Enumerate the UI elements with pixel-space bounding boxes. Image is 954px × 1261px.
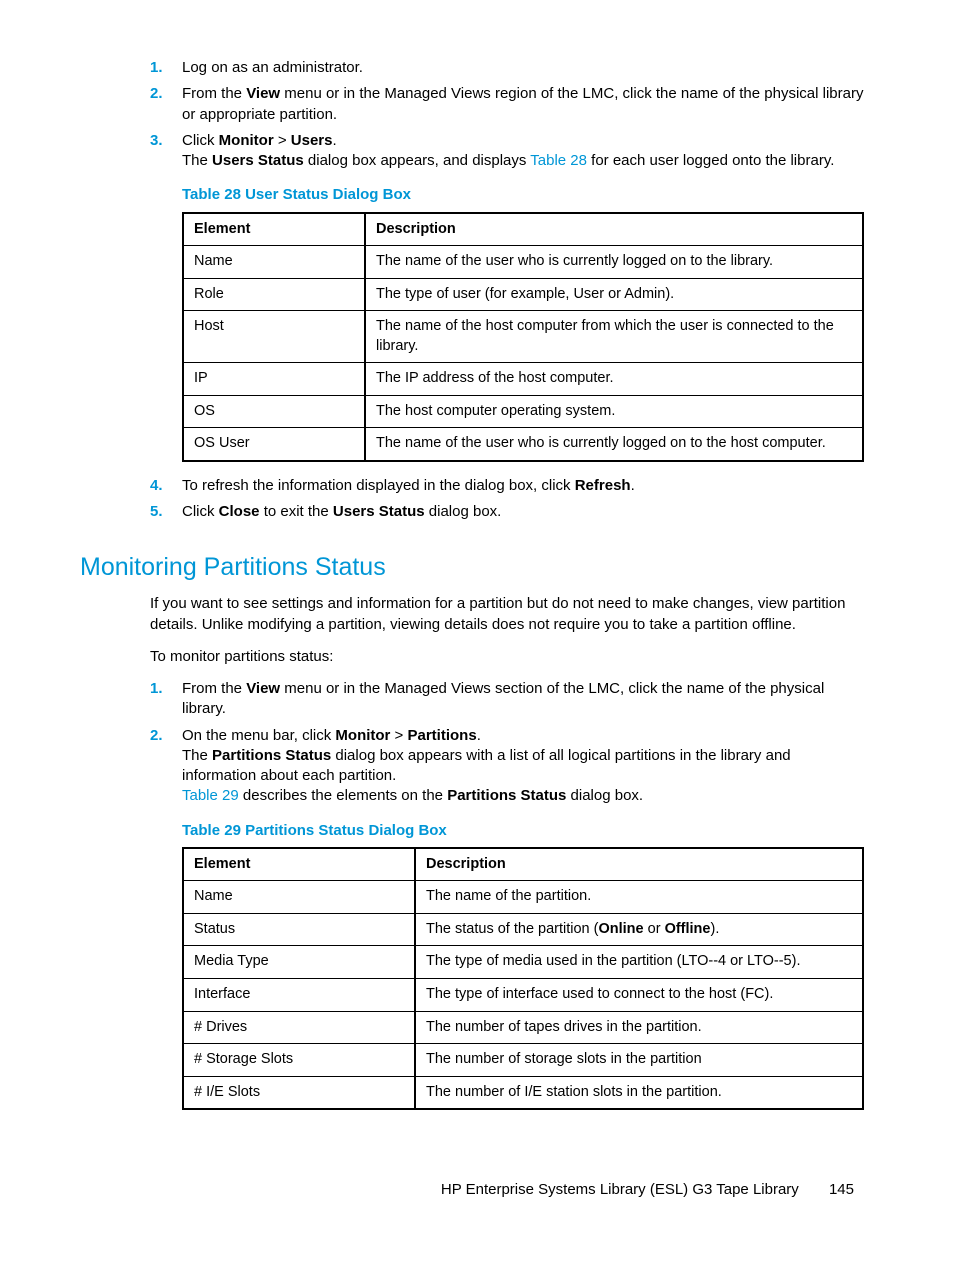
steps-list-a: 1. Log on as an administrator. 2. From the … (150, 58, 864, 171)
table-row: RoleThe type of user (for example, User … (183, 278, 863, 311)
step-item: 1. Log on as an administrator. (150, 58, 864, 78)
table-cell: OS (183, 395, 365, 428)
table-cell: The host computer operating system. (365, 395, 863, 428)
table-29-block: Table 29 Partitions Status Dialog Box El… (182, 821, 864, 1111)
step-text: Click Close to exit the Users Status dia… (182, 503, 501, 520)
table-cell: The status of the partition (Online or O… (415, 913, 863, 946)
table-cell: # I/E Slots (183, 1076, 415, 1109)
step-number: 2. (150, 84, 163, 104)
table-cell: The number of storage slots in the parti… (415, 1044, 863, 1077)
step-text: To refresh the information displayed in … (182, 477, 635, 494)
table-cell: The number of I/E station slots in the p… (415, 1076, 863, 1109)
table-cell: The name of the user who is currently lo… (365, 428, 863, 461)
page-footer: HP Enterprise Systems Library (ESL) G3 T… (80, 1180, 864, 1200)
footer-text: HP Enterprise Systems Library (ESL) G3 T… (441, 1181, 799, 1198)
table-row: NameThe name of the partition. (183, 881, 863, 914)
step-item: 2. From the View menu or in the Managed V… (150, 84, 864, 125)
paragraph-1: If you want to see settings and informat… (150, 594, 864, 635)
table-cell: Role (183, 278, 365, 311)
step-number: 4. (150, 476, 163, 496)
table-row: InterfaceThe type of interface used to c… (183, 979, 863, 1012)
table-row: NameThe name of the user who is currentl… (183, 246, 863, 279)
section-heading: Monitoring Partitions Status (80, 551, 864, 585)
table-cell: The type of interface used to connect to… (415, 979, 863, 1012)
table-cell: # Drives (183, 1011, 415, 1044)
table-row: IPThe IP address of the host computer. (183, 363, 863, 396)
step-number: 3. (150, 131, 163, 151)
steps-list-c: 1. From the View menu or in the Managed V… (150, 679, 864, 807)
table-cell: The name of the host computer from which… (365, 311, 863, 363)
table-cell: Status (183, 913, 415, 946)
table-cell: Host (183, 311, 365, 363)
table-cell: The type of media used in the partition … (415, 946, 863, 979)
step-number: 5. (150, 502, 163, 522)
table-29: ElementDescriptionNameThe name of the pa… (182, 847, 864, 1111)
table-cell: Media Type (183, 946, 415, 979)
table-row: StatusThe status of the partition (Onlin… (183, 913, 863, 946)
step-number: 2. (150, 726, 163, 746)
table-row: # DrivesThe number of tapes drives in th… (183, 1011, 863, 1044)
step-item: 4. To refresh the information displayed i… (150, 476, 864, 496)
step-item: 2. On the menu bar, click Monitor > Parti… (150, 726, 864, 807)
footer-page-number: 145 (829, 1180, 854, 1200)
step-item: 1. From the View menu or in the Managed V… (150, 679, 864, 720)
step-text: From the View menu or in the Managed Vie… (182, 680, 824, 717)
table-28: ElementDescriptionNameThe name of the us… (182, 212, 864, 463)
table-cell: OS User (183, 428, 365, 461)
page: 1. Log on as an administrator. 2. From the … (0, 0, 954, 1261)
table-28-caption: Table 28 User Status Dialog Box (182, 185, 864, 205)
table-cell: The number of tapes drives in the partit… (415, 1011, 863, 1044)
paragraph-2: To monitor partitions status: (150, 647, 864, 667)
table-cell: Name (183, 246, 365, 279)
step-text: From the View menu or in the Managed Vie… (182, 85, 863, 122)
table-cell: The name of the user who is currently lo… (365, 246, 863, 279)
table-header-cell: Element (183, 213, 365, 246)
table-header-cell: Element (183, 848, 415, 881)
step-item: 5. Click Close to exit the Users Status d… (150, 502, 864, 522)
table-cell: The name of the partition. (415, 881, 863, 914)
table-row: Media TypeThe type of media used in the … (183, 946, 863, 979)
table-row: # I/E SlotsThe number of I/E station slo… (183, 1076, 863, 1109)
step-text: Click Monitor > Users.The Users Status d… (182, 132, 834, 169)
table-cell: Name (183, 881, 415, 914)
table-header-cell: Description (365, 213, 863, 246)
steps-list-b: 4. To refresh the information displayed i… (150, 476, 864, 523)
step-text: On the menu bar, click Monitor > Partiti… (182, 727, 791, 805)
step-item: 3. Click Monitor > Users.The Users Status… (150, 131, 864, 172)
table-cell: IP (183, 363, 365, 396)
step-number: 1. (150, 58, 163, 78)
table-row: OS UserThe name of the user who is curre… (183, 428, 863, 461)
table-28-block: Table 28 User Status Dialog Box ElementD… (182, 185, 864, 462)
table-cell: The IP address of the host computer. (365, 363, 863, 396)
table-row: # Storage SlotsThe number of storage slo… (183, 1044, 863, 1077)
table-cell: The type of user (for example, User or A… (365, 278, 863, 311)
table-29-caption: Table 29 Partitions Status Dialog Box (182, 821, 864, 841)
step-text: Log on as an administrator. (182, 59, 363, 76)
step-number: 1. (150, 679, 163, 699)
table-row: OSThe host computer operating system. (183, 395, 863, 428)
table-cell: # Storage Slots (183, 1044, 415, 1077)
table-cell: Interface (183, 979, 415, 1012)
table-header-cell: Description (415, 848, 863, 881)
table-row: HostThe name of the host computer from w… (183, 311, 863, 363)
